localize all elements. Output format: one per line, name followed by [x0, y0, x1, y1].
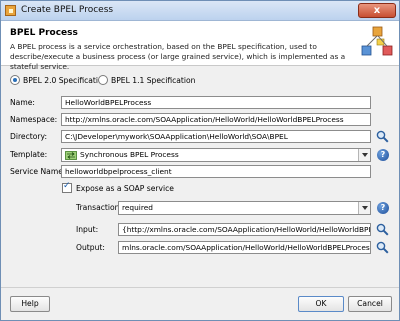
- input-label: Input:: [76, 225, 99, 234]
- input-message-field[interactable]: {http://xmlns.oracle.com/SOAApplication/…: [118, 223, 371, 236]
- header-description: A BPEL process is a service orchestratio…: [10, 42, 346, 71]
- bpel-20-label: BPEL 2.0 Specification: [23, 75, 108, 85]
- template-dropdown[interactable]: Synchronous BPEL Process: [61, 148, 371, 162]
- magnifier-icon[interactable]: [376, 241, 389, 254]
- help-button[interactable]: Help: [10, 296, 50, 312]
- help-icon[interactable]: ?: [377, 149, 389, 161]
- transaction-value: required: [122, 203, 153, 212]
- footer-divider: [1, 287, 399, 288]
- namespace-input[interactable]: http://xmlns.oracle.com/SOAApplication/H…: [61, 113, 371, 126]
- window-title: Create BPEL Process: [21, 5, 114, 15]
- create-bpel-process-dialog: Create BPEL Process x BPEL Process A BPE…: [0, 0, 400, 321]
- magnifier-icon[interactable]: [376, 130, 389, 143]
- output-label: Output:: [76, 243, 105, 252]
- output-message-field[interactable]: mlns.oracle.com/SOAApplication/HelloWorl…: [118, 241, 371, 254]
- close-button[interactable]: x: [358, 3, 396, 18]
- app-icon: [5, 5, 16, 16]
- title-bar[interactable]: Create BPEL Process x: [1, 1, 399, 21]
- magnifier-icon[interactable]: [376, 223, 389, 236]
- template-value: Synchronous BPEL Process: [80, 150, 179, 159]
- expose-soap-label: Expose as a SOAP service: [76, 184, 174, 193]
- namespace-label: Namespace:: [10, 115, 58, 124]
- service-name-label: Service Name:: [10, 167, 66, 176]
- bpel-11-label: BPEL 1.1 Specification: [111, 75, 196, 85]
- cancel-button[interactable]: Cancel: [348, 296, 392, 312]
- name-label: Name:: [10, 98, 35, 107]
- bpel-20-radio[interactable]: BPEL 2.0 Specification: [10, 74, 107, 86]
- service-name-input[interactable]: helloworldbpelprocess_client: [61, 165, 371, 178]
- radio-button[interactable]: [98, 75, 108, 85]
- ok-button[interactable]: OK: [298, 296, 344, 312]
- chevron-down-icon[interactable]: [358, 149, 370, 161]
- bpel-logo-icon: [361, 26, 393, 56]
- synchronous-process-icon: [65, 151, 77, 160]
- header-title: BPEL Process: [10, 28, 78, 38]
- help-icon[interactable]: ?: [377, 202, 389, 214]
- transaction-label: Transaction:: [76, 203, 122, 212]
- expose-soap-checkbox[interactable]: [62, 181, 72, 193]
- template-label: Template:: [10, 150, 48, 159]
- transaction-dropdown[interactable]: required: [118, 201, 371, 215]
- radio-button-selected[interactable]: [10, 75, 20, 85]
- bpel-11-radio[interactable]: BPEL 1.1 Specification: [98, 74, 195, 86]
- name-input[interactable]: HelloWorldBPELProcess: [61, 96, 371, 109]
- dialog-header: BPEL Process A BPEL process is a service…: [1, 21, 399, 71]
- directory-label: Directory:: [10, 132, 48, 141]
- chevron-down-icon[interactable]: [358, 202, 370, 214]
- directory-input[interactable]: C:\JDeveloper\mywork\SOAApplication\Hell…: [61, 130, 371, 143]
